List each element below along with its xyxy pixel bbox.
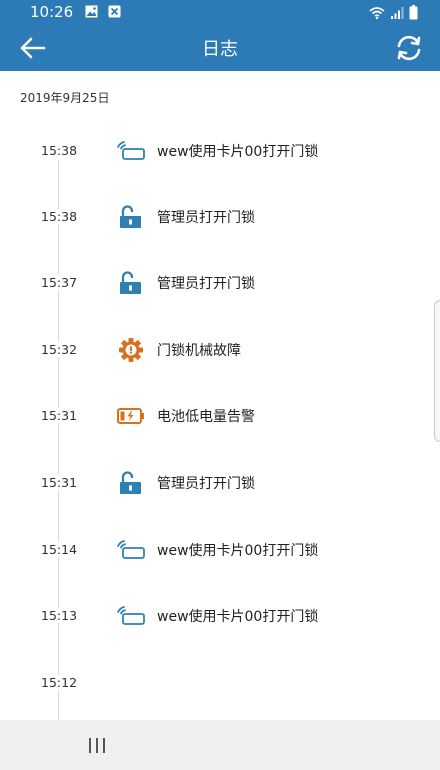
status-time: 10:26 <box>30 3 74 21</box>
edge-panel-handle[interactable] <box>434 300 440 442</box>
refresh-icon[interactable] <box>394 34 424 62</box>
entry-time: 15:37 <box>41 275 78 290</box>
entry-message: 管理员打开门锁 <box>157 210 255 226</box>
log-entry[interactable]: 15:38 管理员打开门锁 <box>0 202 440 232</box>
log-entry[interactable]: 15:31 电池低电量告警 <box>0 401 440 431</box>
log-entry[interactable]: 15:32 门锁机械故障 <box>0 335 440 365</box>
log-entry[interactable]: 15:13 wew使用卡片00打开门锁 <box>0 601 440 631</box>
gear-warning-icon <box>119 338 143 362</box>
page-title: 日志 <box>202 39 238 60</box>
entry-time: 15:13 <box>41 608 78 623</box>
log-entry[interactable]: 15:38 wew使用卡片00打开门锁 <box>0 136 440 166</box>
close-box-icon <box>108 5 121 18</box>
card-wave-icon <box>117 141 145 160</box>
entry-time: 15:31 <box>41 475 78 490</box>
unlock-icon <box>120 205 141 228</box>
gallery-icon <box>85 5 98 18</box>
entry-time: 15:14 <box>41 542 78 557</box>
log-date: 2019年9月25日 <box>20 91 110 105</box>
app-header: 日志 <box>0 25 440 71</box>
battery-low-icon <box>117 408 144 424</box>
entry-time: 15:38 <box>41 143 78 158</box>
log-entry[interactable]: 15:31 管理员打开门锁 <box>0 468 440 498</box>
navigation-bar <box>0 720 440 770</box>
timeline-line <box>58 160 59 720</box>
card-wave-icon <box>117 606 145 625</box>
entry-time: 15:32 <box>41 342 78 357</box>
status-bar: 10:26 <box>0 0 440 25</box>
battery-icon <box>409 5 418 20</box>
log-entry[interactable]: 15:12 <box>0 668 440 698</box>
entry-message: 电池低电量告警 <box>157 409 255 425</box>
entry-message: 门锁机械故障 <box>157 343 241 359</box>
entry-message: wew使用卡片00打开门锁 <box>157 144 319 160</box>
entry-message: wew使用卡片00打开门锁 <box>157 543 319 559</box>
entry-message: 管理员打开门锁 <box>157 276 255 292</box>
entry-message: wew使用卡片00打开门锁 <box>157 609 319 625</box>
recents-icon[interactable] <box>87 737 107 754</box>
entry-time: 15:12 <box>41 675 78 690</box>
log-entry[interactable]: 15:14 wew使用卡片00打开门锁 <box>0 535 440 565</box>
unlock-icon <box>120 271 141 294</box>
entry-message: 管理员打开门锁 <box>157 476 255 492</box>
signal-icon <box>391 6 404 19</box>
unlock-icon <box>120 471 141 494</box>
status-icons <box>369 5 418 20</box>
entry-time: 15:31 <box>41 408 78 423</box>
entry-time: 15:38 <box>41 209 78 224</box>
wifi-icon <box>369 6 385 19</box>
card-wave-icon <box>117 540 145 559</box>
log-entry[interactable]: 15:37 管理员打开门锁 <box>0 268 440 298</box>
